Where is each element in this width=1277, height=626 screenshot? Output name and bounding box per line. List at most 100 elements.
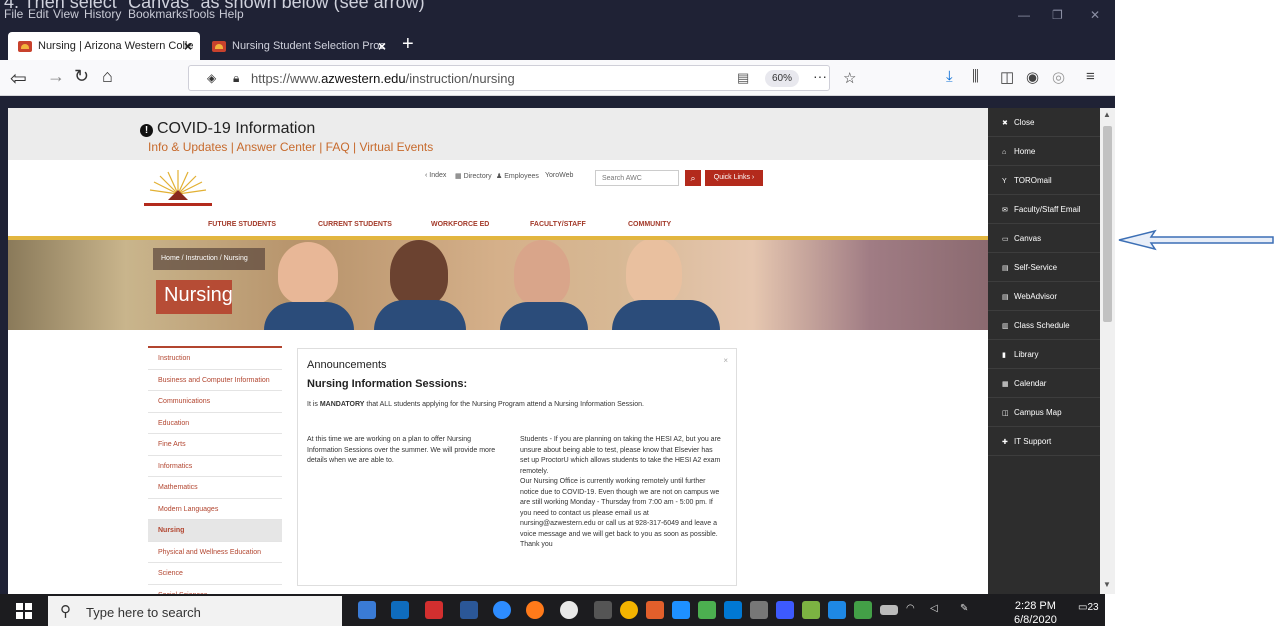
scroll-down-icon[interactable]: ▼ [1103,580,1111,589]
tab-close-icon[interactable]: × [378,38,386,54]
yoroweb-link[interactable]: YoroWeb [545,172,573,179]
menu-edit[interactable]: Edit [28,7,49,21]
minimize-icon[interactable]: — [1018,8,1030,22]
side-menu-calendar[interactable]: ▦ Calendar [988,369,1100,398]
app-icon[interactable] [724,601,742,619]
account-icon[interactable]: ◉ [1026,68,1039,86]
nav-current-students[interactable]: CURRENT STUDENTS [318,221,392,228]
left-nav-item[interactable]: Fine Arts [148,434,282,456]
menu-file[interactable]: File [4,7,23,21]
notification-center[interactable]: ▭23 [1078,602,1099,620]
left-nav-item[interactable]: Informatics [148,456,282,477]
left-nav-item[interactable]: Physical and Wellness Education [148,542,282,563]
back-icon[interactable]: ⇦ [10,66,27,91]
announcement-close-icon[interactable]: × [723,356,728,365]
forward-icon[interactable]: → [47,66,65,87]
side-menu-library[interactable]: ▮ Library [988,340,1100,369]
url-text[interactable]: https://www.azwestern.edu/instruction/nu… [251,71,515,86]
quick-links-button[interactable]: Quick Links › [705,170,763,186]
app-icon[interactable] [802,601,820,619]
awc-search-input[interactable]: Search AWC [595,170,679,186]
directory-link[interactable]: ▦ Directory [455,172,492,180]
lock-icon[interactable]: 🔒︎ [233,71,239,86]
side-menu-home[interactable]: ⌂ Home [988,137,1100,166]
media-app-icon[interactable] [560,601,578,619]
nav-workforce-ed[interactable]: WORKFORCE ED [431,221,489,228]
page-scrollbar[interactable]: ▲ ▼ [1100,108,1115,594]
reload-icon[interactable]: ↻ [74,66,89,87]
left-nav-item-active[interactable]: Nursing [148,520,282,542]
extension-icon[interactable]: ◎ [1052,68,1065,86]
menu-help[interactable]: Help [219,7,244,21]
covid-links[interactable]: Info & Updates | Answer Center | FAQ | V… [148,140,433,154]
side-menu-toromail[interactable]: Y TOROmail [988,166,1100,195]
app-icon[interactable] [880,605,898,615]
tab-selection-process[interactable]: Nursing Student Selection Proc × [202,32,394,60]
hamburger-menu-icon[interactable]: ≡ [1086,68,1095,85]
menu-history[interactable]: History [84,7,121,21]
app-icon[interactable] [672,601,690,619]
app-icon[interactable] [776,601,794,619]
volume-icon[interactable]: ◁ [930,603,938,614]
left-nav-item[interactable]: Modern Languages [148,499,282,520]
word-icon[interactable] [460,601,478,619]
left-nav-item[interactable]: Science [148,563,282,585]
scroll-up-icon[interactable]: ▲ [1103,110,1111,119]
side-menu-class-schedule[interactable]: ▥ Class Schedule [988,311,1100,340]
zoom-app-icon[interactable] [493,601,511,619]
app-icon[interactable] [646,601,664,619]
restore-icon[interactable]: ❐ [1052,8,1063,22]
left-nav-item[interactable]: Business and Computer Information [148,370,282,391]
app-icon[interactable] [698,601,716,619]
left-nav-item[interactable]: Education [148,413,282,434]
side-menu-close[interactable]: ✖ Close [988,108,1100,137]
bookmark-star-icon[interactable]: ☆ [843,69,856,87]
new-tab-icon[interactable]: + [402,33,414,56]
left-nav-item[interactable]: Mathematics [148,477,282,499]
side-menu-it-support[interactable]: ✚ IT Support [988,427,1100,456]
home-icon[interactable]: ⌂ [102,66,113,87]
acrobat-icon[interactable] [425,601,443,619]
download-icon[interactable]: ⤓ [946,68,953,85]
nav-future-students[interactable]: FUTURE STUDENTS [208,221,276,228]
file-explorer-icon[interactable] [358,601,376,619]
pen-icon[interactable]: ✎ [960,603,968,614]
zoom-level[interactable]: 60% [765,70,799,87]
tab-nursing[interactable]: Nursing | Arizona Western Colle × [8,32,200,60]
awc-logo[interactable] [138,168,218,210]
side-menu-campus-map[interactable]: ◫ Campus Map [988,398,1100,427]
scroll-thumb[interactable] [1103,126,1112,322]
url-bar[interactable]: ◈ 🔒︎ https://www.azwestern.edu/instructi… [188,65,856,91]
left-nav-item[interactable]: Social Sciences [148,585,282,595]
side-menu-webadvisor[interactable]: ▤ WebAdvisor [988,282,1100,311]
library-icon[interactable]: ⫼ [972,68,979,85]
nav-faculty-staff[interactable]: FACULTY/STAFF [530,221,586,228]
outlook-icon[interactable] [391,601,409,619]
app-icon[interactable] [854,601,872,619]
taskbar-search-input[interactable]: ⚲ Type here to search [48,596,342,626]
window-close-icon[interactable]: ✕ [1090,8,1100,22]
tab-close-icon[interactable]: × [184,38,192,54]
nav-community[interactable]: COMMUNITY [628,221,671,228]
app-icon[interactable] [828,601,846,619]
breadcrumb[interactable]: Home / Instruction / Nursing [153,248,265,270]
wifi-icon[interactable]: ◠ [906,603,915,614]
left-nav-item[interactable]: Instruction [148,348,282,370]
app-icon[interactable] [594,601,612,619]
page-actions-icon[interactable]: ··· [813,68,827,84]
firefox-icon[interactable] [526,601,544,619]
chrome-icon[interactable] [620,601,638,619]
search-icon[interactable]: ⌕ [685,170,701,186]
menu-tools[interactable]: Tools [187,7,215,21]
side-menu-self-service[interactable]: ▤ Self-Service [988,253,1100,282]
menu-bookmarks[interactable]: Bookmarks [128,7,188,21]
tracking-shield-icon[interactable]: ◈ [207,71,216,85]
reader-view-icon[interactable]: ▤ [737,70,749,86]
taskbar-clock[interactable]: 2:28 PM 6/8/2020 [1014,599,1057,626]
side-menu-canvas[interactable]: ▭ Canvas [988,224,1100,253]
left-nav-item[interactable]: Communications [148,391,282,413]
windows-start-icon[interactable] [16,603,32,619]
sidebar-icon[interactable]: ◫ [1000,68,1014,86]
side-menu-faculty-email[interactable]: ✉ Faculty/Staff Email [988,195,1100,224]
menu-view[interactable]: View [53,7,79,21]
